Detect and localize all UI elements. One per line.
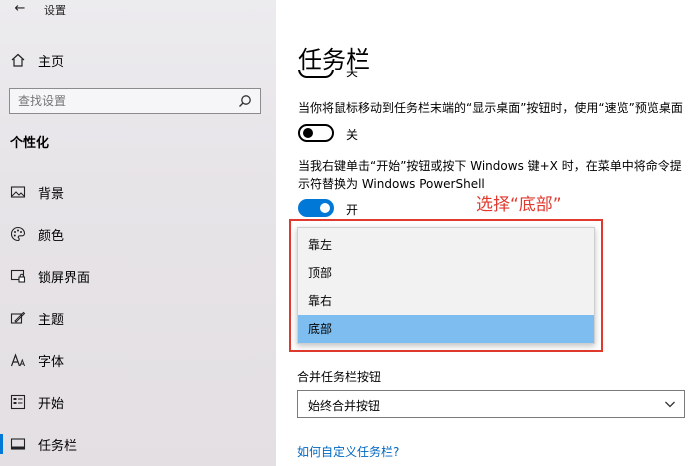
peek-setting-description: 当你将鼠标移动到任务栏末端的“显示桌面”按钮时，使用“速览”预览桌面 bbox=[298, 101, 683, 115]
theme-icon bbox=[10, 311, 26, 324]
section-title: 个性化 bbox=[10, 136, 50, 151]
clipped-toggle-label: 关 bbox=[346, 70, 359, 79]
combine-buttons-label: 合并任务栏按钮 bbox=[297, 370, 382, 384]
start-icon bbox=[10, 394, 26, 410]
sidebar-item-label: 颜色 bbox=[38, 229, 65, 244]
dropdown-option-top[interactable]: 顶部 bbox=[298, 259, 594, 287]
sidebar-item-colors[interactable]: 颜色 bbox=[0, 219, 276, 249]
peek-toggle-state: 关 bbox=[346, 128, 359, 142]
annotation-text: 选择“底部” bbox=[476, 195, 562, 215]
sidebar-item-label: 字体 bbox=[38, 355, 65, 370]
taskbar-location-dropdown[interactable]: 靠左 顶部 靠右 底部 bbox=[297, 227, 595, 344]
back-button[interactable]: ← bbox=[12, 1, 28, 17]
clipped-toggle[interactable] bbox=[298, 70, 334, 80]
sidebar-item-fonts[interactable]: 字体 bbox=[0, 345, 276, 375]
taskbar-icon bbox=[10, 438, 26, 450]
app-title: 设置 bbox=[44, 4, 66, 17]
sidebar-item-label: 锁屏界面 bbox=[38, 271, 91, 286]
sidebar-item-themes[interactable]: 主题 bbox=[0, 303, 276, 333]
peek-toggle[interactable] bbox=[298, 124, 334, 142]
sidebar-item-taskbar[interactable]: 任务栏 bbox=[0, 429, 276, 459]
sidebar: ← 设置 主页 个性化 背景 颜色 bbox=[0, 0, 276, 466]
sidebar-item-label: 主页 bbox=[38, 55, 65, 70]
search-icon bbox=[239, 95, 251, 107]
powershell-toggle-state: 开 bbox=[346, 203, 359, 217]
picture-icon bbox=[10, 186, 26, 198]
powershell-toggle[interactable] bbox=[298, 199, 334, 217]
chevron-down-icon bbox=[665, 401, 675, 408]
sidebar-item-lockscreen[interactable]: 锁屏界面 bbox=[0, 261, 276, 291]
search-box[interactable] bbox=[9, 88, 261, 114]
palette-icon bbox=[10, 226, 26, 242]
sidebar-item-background[interactable]: 背景 bbox=[0, 177, 276, 207]
sidebar-item-label: 主题 bbox=[38, 313, 65, 328]
font-icon bbox=[10, 353, 26, 367]
dropdown-option-right[interactable]: 靠右 bbox=[298, 287, 594, 315]
sidebar-item-home[interactable]: 主页 bbox=[0, 46, 276, 74]
lockscreen-icon bbox=[10, 269, 26, 283]
title-bar: ← 设置 bbox=[0, 0, 276, 20]
sidebar-item-start[interactable]: 开始 bbox=[0, 387, 276, 417]
dropdown-option-left[interactable]: 靠左 bbox=[298, 231, 594, 259]
search-input[interactable] bbox=[18, 92, 218, 110]
sidebar-item-label: 开始 bbox=[38, 397, 65, 412]
sidebar-item-label: 背景 bbox=[38, 187, 65, 202]
home-icon bbox=[11, 53, 25, 67]
sidebar-item-label: 任务栏 bbox=[38, 439, 78, 454]
combine-buttons-value: 始终合并按钮 bbox=[308, 399, 381, 413]
powershell-setting-description-line1: 当我右键单击“开始”按钮或按下 Windows 键+X 时，在菜单中将命令提 bbox=[298, 159, 682, 173]
dropdown-option-bottom[interactable]: 底部 bbox=[298, 315, 594, 343]
help-link[interactable]: 如何自定义任务栏? bbox=[297, 443, 399, 460]
combine-buttons-select[interactable]: 始终合并按钮 bbox=[297, 390, 685, 418]
